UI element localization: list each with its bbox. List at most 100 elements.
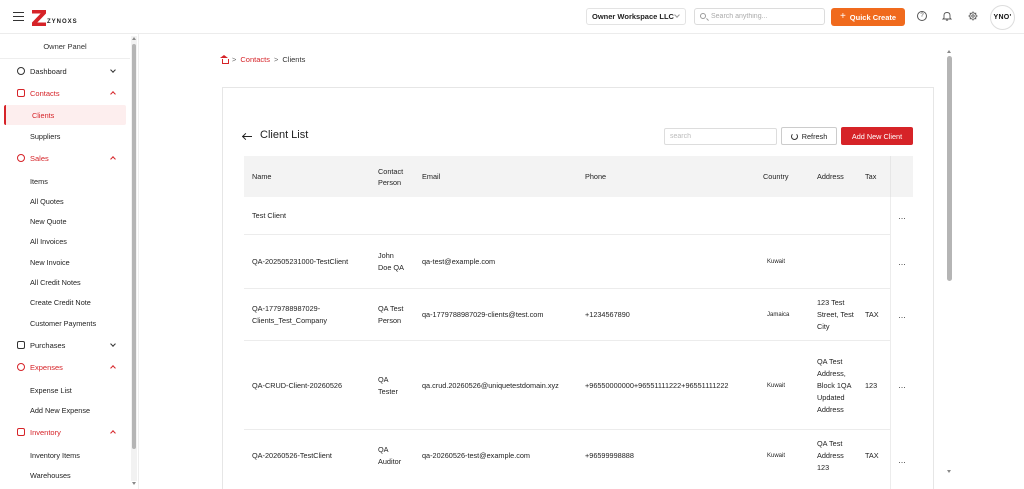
cell-name: QA-202505231000-TestClient (252, 257, 349, 266)
sidebar-item-new-invoice[interactable]: New Invoice (0, 252, 128, 272)
sidebar-item-label: New Quote (30, 216, 67, 226)
sidebar-item-label: Clients (32, 110, 55, 120)
sidebar-item-label: Contacts (30, 88, 60, 98)
main-scrollbar-thumb[interactable] (947, 56, 952, 281)
column-header-name[interactable]: Name (252, 156, 362, 197)
sidebar-item-label: Sales (30, 153, 49, 163)
sidebar-item-dashboard[interactable]: Dashboard (0, 61, 128, 81)
scroll-up-arrow-icon[interactable] (947, 50, 951, 53)
row-actions-button[interactable]: ... (890, 235, 913, 289)
column-header-phone[interactable]: Phone (585, 156, 645, 197)
table-row[interactable]: QA-202505231000-TestClient John Doe QA q… (244, 235, 913, 289)
gear-icon[interactable] (968, 11, 978, 21)
sidebar-item-add-new-expense[interactable]: Add New Expense (0, 400, 128, 420)
table-row[interactable]: QA-CRUD-Client-20260526 QA Tester qa.cru… (244, 341, 913, 430)
cell-contact-person: QA Test Person (378, 304, 404, 325)
column-header-tax[interactable]: Tax (865, 156, 879, 197)
table-header: Name Contact Person Email Phone Country … (244, 156, 913, 197)
chevron-up-icon (110, 365, 116, 371)
menu-icon[interactable] (13, 12, 24, 21)
sidebar-item-create-credit-note[interactable]: Create Credit Note (0, 292, 128, 312)
row-actions-button[interactable]: ... (890, 341, 913, 430)
bell-icon[interactable] (942, 11, 952, 21)
sidebar-item-all-invoices[interactable]: All Invoices (0, 231, 128, 251)
sidebar-item-inventory-items[interactable]: Inventory Items (0, 445, 128, 465)
sidebar-item-customer-payments[interactable]: Customer Payments (0, 313, 128, 333)
help-icon[interactable]: ? (917, 11, 927, 21)
sidebar-item-new-quote[interactable]: New Quote (0, 211, 128, 231)
column-header-address[interactable]: Address (817, 156, 853, 197)
logo-text: ZYNOXS (47, 19, 78, 25)
cell-name: QA-20260526-TestClient (252, 451, 332, 460)
sidebar-item-purchases[interactable]: Purchases (0, 335, 128, 355)
add-new-client-button[interactable]: Add New Client (841, 127, 913, 145)
refresh-label: Refresh (801, 131, 828, 141)
sidebar-item-label: Warehouses (30, 470, 71, 480)
table-row[interactable]: Test Client ... (244, 197, 913, 235)
cell-name: QA-1779788987029-Clients_Test_Company (252, 304, 328, 325)
cell-phone: +96599998888 (585, 451, 634, 460)
sidebar-item-label: Inventory (30, 427, 61, 437)
home-icon[interactable] (220, 55, 229, 64)
cell-contact-person: QA Auditor (378, 445, 402, 466)
scroll-down-arrow-icon[interactable] (947, 470, 951, 473)
expenses-icon (17, 363, 25, 371)
table-row[interactable]: QA-1779788987029-Clients_Test_Company QA… (244, 289, 913, 341)
sidebar-scrollbar-thumb[interactable] (132, 44, 136, 449)
chevron-down-icon (674, 12, 680, 18)
dashboard-icon (17, 67, 25, 75)
column-header-contact-person[interactable]: Contact Person (378, 156, 416, 197)
row-actions-button[interactable]: ... (890, 197, 913, 235)
sidebar-item-warehouses[interactable]: Warehouses (0, 465, 128, 485)
row-actions-button[interactable]: ... (890, 430, 913, 489)
logo-mark (32, 10, 46, 26)
sidebar-divider (0, 58, 130, 59)
sidebar-item-all-credit-notes[interactable]: All Credit Notes (0, 272, 128, 292)
sidebar-item-inventory[interactable]: Inventory (0, 422, 128, 442)
inventory-icon (17, 428, 25, 436)
cell-country: Kuwait (767, 382, 786, 389)
cell-address: QA Test Address 123 (817, 439, 844, 472)
avatar[interactable]: YNO' (990, 5, 1015, 30)
sidebar-item-label: Expenses (30, 362, 63, 372)
sidebar-item-contacts[interactable]: Contacts (0, 83, 128, 103)
brand-logo[interactable]: ZYNOXS (32, 8, 78, 26)
cell-contact-person: QA Tester (378, 374, 398, 396)
cell-email: qa.crud.20260526@uniquetestdomain.xyz (422, 380, 559, 390)
column-header-country[interactable]: Country (763, 156, 803, 197)
sidebar: Owner Panel Dashboard Contacts Clients S… (0, 34, 139, 489)
scroll-up-arrow-icon[interactable] (132, 37, 136, 40)
global-search-input[interactable] (711, 10, 821, 23)
sidebar-item-label: All Credit Notes (30, 277, 81, 287)
cell-address: QA Test Address, Block 1QA Updated Addre… (817, 356, 852, 414)
refresh-button[interactable]: Refresh (781, 127, 837, 145)
sidebar-item-all-quotes[interactable]: All Quotes (0, 191, 128, 211)
row-actions-button[interactable]: ... (890, 289, 913, 341)
chevron-up-icon (110, 91, 116, 97)
global-search[interactable] (694, 8, 825, 25)
sidebar-item-suppliers[interactable]: Suppliers (0, 126, 128, 146)
scroll-down-arrow-icon[interactable] (132, 482, 136, 485)
cell-name: Test Client (252, 211, 287, 220)
search-icon (700, 13, 706, 19)
cell-name: QA-CRUD-Client-20260526 (252, 380, 343, 390)
sidebar-item-sales[interactable]: Sales (0, 148, 128, 168)
quick-create-button[interactable]: + Quick Create (831, 8, 905, 26)
sidebar-item-label: Expense List (30, 385, 72, 395)
sidebar-item-items[interactable]: Items (0, 171, 128, 191)
chevron-down-icon (110, 67, 116, 73)
client-search-input[interactable] (664, 128, 777, 145)
chevron-up-icon (110, 430, 116, 436)
sidebar-item-expense-list[interactable]: Expense List (0, 380, 128, 400)
breadcrumb-current: Clients (282, 54, 306, 64)
column-header-email[interactable]: Email (422, 156, 482, 197)
sidebar-item-clients[interactable]: Clients (4, 105, 126, 125)
cell-tax: TAX (865, 310, 879, 319)
table-row[interactable]: QA-20260526-TestClient QA Auditor qa-202… (244, 430, 913, 489)
workspace-select[interactable]: Owner Workspace LLC (586, 8, 686, 25)
breadcrumb-separator: > (232, 54, 237, 64)
breadcrumb: > Contacts > Clients (220, 53, 305, 65)
back-arrow-icon[interactable] (243, 132, 253, 142)
sidebar-item-expenses[interactable]: Expenses (0, 357, 128, 377)
breadcrumb-link-contacts[interactable]: Contacts (240, 55, 270, 64)
